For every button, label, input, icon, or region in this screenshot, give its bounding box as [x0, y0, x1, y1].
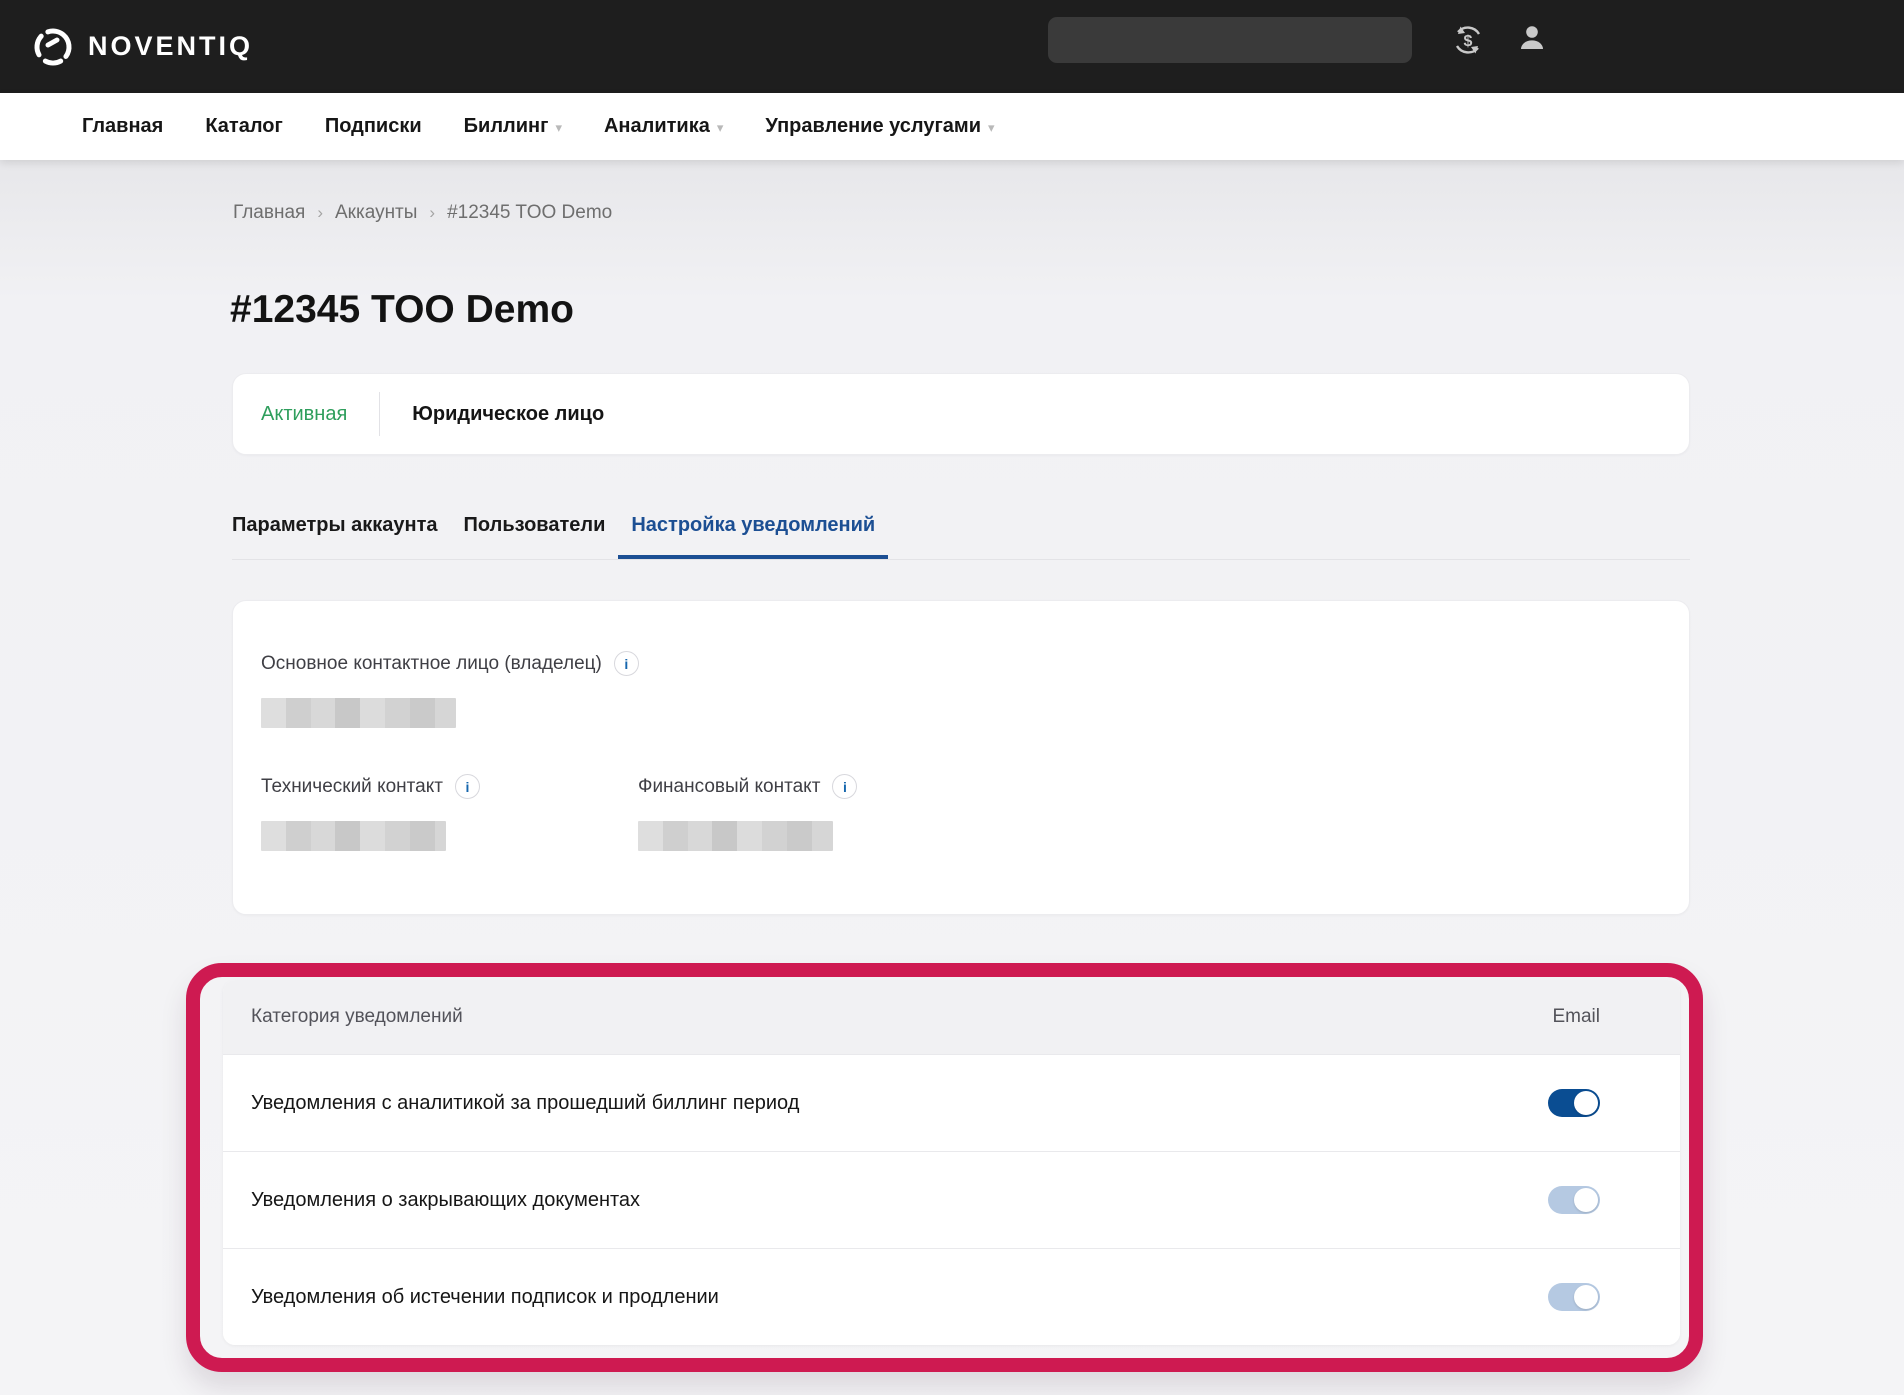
nav-item-catalog[interactable]: Каталог [205, 115, 282, 138]
account-tabs: Параметры аккаунта Пользователи Настройк… [232, 506, 1690, 560]
info-icon[interactable]: i [614, 651, 639, 676]
notification-row: Уведомления о закрывающих документах [223, 1151, 1680, 1248]
email-column-header: Email [1552, 1006, 1600, 1028]
svg-text:$: $ [1464, 33, 1473, 50]
topbar: NOVENTIQ $ [0, 0, 1904, 93]
chevron-down-icon: ▾ [988, 120, 995, 136]
user-icon[interactable] [1516, 22, 1548, 59]
status-badge: Активная [261, 403, 347, 426]
breadcrumb-item-current: #12345 TOO Demo [447, 202, 612, 224]
brand-logo[interactable]: NOVENTIQ [30, 24, 253, 70]
notification-label: Уведомления об истечении подписок и прод… [251, 1286, 719, 1309]
chevron-down-icon: ▾ [717, 120, 724, 136]
breadcrumb: Главная › Аккаунты › #12345 TOO Demo [233, 202, 612, 224]
brand-name: NOVENTIQ [88, 31, 253, 62]
currency-exchange-icon[interactable]: $ [1450, 22, 1486, 63]
page-title: #12345 TOO Demo [230, 288, 574, 332]
account-page: NOVENTIQ $ Главная Ка [0, 0, 1904, 1395]
logo-mark-icon [30, 24, 76, 70]
notification-label: Уведомления о закрывающих документах [251, 1189, 640, 1212]
notifications-header: Категория уведомлений Email [223, 980, 1680, 1054]
toggle-knob [1574, 1188, 1598, 1212]
breadcrumb-separator: › [429, 203, 435, 223]
toggle-knob [1574, 1285, 1598, 1309]
redacted-financial-value [638, 821, 833, 851]
entity-type-label: Юридическое лицо [412, 403, 604, 426]
notification-label: Уведомления с аналитикой за прошедший би… [251, 1092, 799, 1115]
breadcrumb-item-accounts[interactable]: Аккаунты [335, 202, 417, 224]
notifications-card: Категория уведомлений Email Уведомления … [223, 980, 1680, 1345]
toggle-knob [1574, 1091, 1598, 1115]
owner-contact-label: Основное контактное лицо (владелец) [261, 653, 602, 675]
status-card: Активная Юридическое лицо [232, 373, 1690, 455]
contacts-card: Основное контактное лицо (владелец) i Те… [232, 600, 1690, 915]
search-input[interactable] [1048, 17, 1412, 63]
email-toggle-2[interactable] [1548, 1283, 1600, 1311]
breadcrumb-separator: › [317, 203, 323, 223]
notification-row: Уведомления с аналитикой за прошедший би… [223, 1054, 1680, 1151]
tab-notification-settings[interactable]: Настройка уведомлений [618, 506, 888, 559]
tab-users[interactable]: Пользователи [451, 506, 619, 559]
email-toggle-0[interactable] [1548, 1089, 1600, 1117]
nav-item-billing[interactable]: Биллинг ▾ [464, 115, 562, 138]
chevron-down-icon: ▾ [555, 120, 562, 136]
nav-item-service-management[interactable]: Управление услугами ▾ [765, 115, 994, 138]
redacted-technical-value [261, 821, 446, 851]
redacted-owner-value [261, 698, 456, 728]
notification-row: Уведомления об истечении подписок и прод… [223, 1248, 1680, 1345]
card-divider [379, 392, 380, 436]
breadcrumb-item-home[interactable]: Главная [233, 202, 305, 224]
annotation-highlight: Категория уведомлений Email Уведомления … [186, 963, 1703, 1372]
nav-item-home[interactable]: Главная [82, 115, 163, 138]
nav-item-subscriptions[interactable]: Подписки [325, 115, 422, 138]
info-icon[interactable]: i [455, 774, 480, 799]
category-column-header: Категория уведомлений [251, 1006, 463, 1028]
main-nav: Главная Каталог Подписки Биллинг ▾ Анали… [0, 93, 1904, 160]
info-icon[interactable]: i [832, 774, 857, 799]
nav-item-analytics[interactable]: Аналитика ▾ [604, 115, 723, 138]
technical-contact-label: Технический контакт [261, 776, 443, 798]
tab-account-parameters[interactable]: Параметры аккаунта [219, 506, 451, 559]
email-toggle-1[interactable] [1548, 1186, 1600, 1214]
financial-contact-label: Финансовый контакт [638, 776, 820, 798]
